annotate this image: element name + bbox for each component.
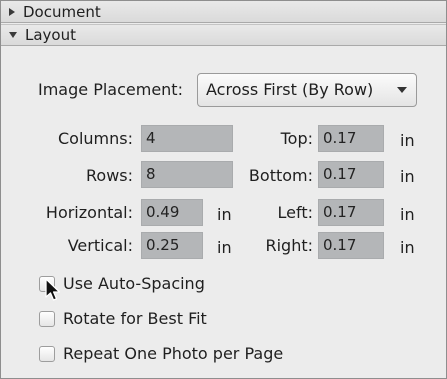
image-placement-label: Image Placement:: [38, 80, 183, 99]
top-unit: in: [400, 131, 415, 150]
horizontal-field[interactable]: 0.49: [141, 199, 203, 226]
rows-field[interactable]: 8: [141, 161, 233, 188]
horizontal-unit: in: [217, 205, 232, 224]
repeat-one-photo-label: Repeat One Photo per Page: [63, 344, 284, 363]
right-margin-field[interactable]: 0.17: [318, 232, 384, 259]
auto-spacing-option[interactable]: Use Auto-Spacing: [39, 274, 205, 293]
columns-field[interactable]: 4: [141, 125, 233, 152]
top-margin-field[interactable]: 0.17: [318, 125, 384, 152]
vertical-unit: in: [217, 238, 232, 257]
bottom-unit: in: [400, 167, 415, 186]
left-unit: in: [400, 205, 415, 224]
auto-spacing-label: Use Auto-Spacing: [63, 274, 205, 293]
section-header-layout[interactable]: Layout: [1, 24, 446, 46]
left-margin-field[interactable]: 0.17: [318, 199, 384, 226]
section-header-document[interactable]: Document: [1, 1, 446, 23]
repeat-one-photo-checkbox[interactable]: [39, 345, 55, 362]
horizontal-label: Horizontal:: [45, 203, 133, 222]
top-label: Top:: [280, 129, 313, 148]
vertical-label: Vertical:: [67, 236, 133, 255]
right-unit: in: [400, 238, 415, 257]
section-title-layout: Layout: [25, 26, 76, 44]
image-placement-value: Across First (By Row): [206, 80, 374, 99]
right-label: Right:: [265, 236, 313, 255]
rows-label: Rows:: [86, 166, 133, 185]
rotate-best-fit-checkbox[interactable]: [39, 310, 55, 327]
section-title-document: Document: [23, 2, 101, 21]
rotate-best-fit-label: Rotate for Best Fit: [63, 309, 207, 328]
mouse-pointer-icon: [45, 278, 61, 301]
disclosure-triangle-right-icon[interactable]: [9, 7, 15, 16]
left-label: Left:: [277, 203, 314, 222]
bottom-label: Bottom:: [248, 166, 313, 185]
columns-label: Columns:: [58, 129, 133, 148]
vertical-field[interactable]: 0.25: [141, 232, 203, 259]
rotate-best-fit-option[interactable]: Rotate for Best Fit: [39, 309, 207, 328]
repeat-one-photo-option[interactable]: Repeat One Photo per Page: [39, 344, 283, 363]
layout-panel: Document Layout Image Placement: Across …: [0, 0, 447, 379]
image-placement-select[interactable]: Across First (By Row): [197, 73, 417, 107]
dropdown-arrow-icon: [397, 87, 407, 93]
disclosure-triangle-down-icon[interactable]: [9, 32, 17, 38]
bottom-margin-field[interactable]: 0.17: [318, 161, 384, 188]
